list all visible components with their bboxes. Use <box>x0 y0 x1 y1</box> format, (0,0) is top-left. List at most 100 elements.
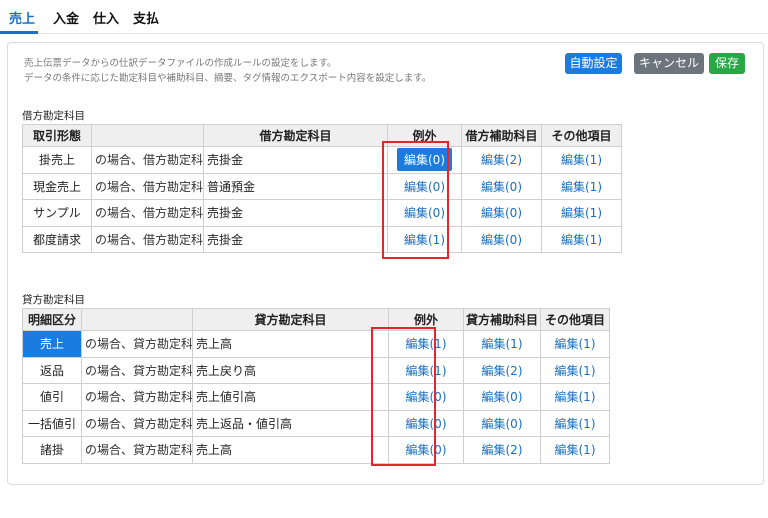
other-items-edit-link[interactable]: 編集(1) <box>555 364 596 378</box>
other-items-cell: 編集(1) <box>540 436 610 464</box>
column-header: 例外 <box>387 124 462 147</box>
other-items-cell: 編集(1) <box>541 199 622 227</box>
condition-note: の場合、借方勘定科目は <box>91 172 204 200</box>
sub-account-cell: 編集(0) <box>461 199 542 227</box>
exception-cell: 編集(1) <box>388 356 464 384</box>
condition-note: の場合、借方勘定科目は <box>91 225 204 253</box>
table-row: 掛売上 の場合、借方勘定科目は 売掛金 編集(0) 編集(2) 編集(1) <box>22 146 622 174</box>
sub-account-cell: 編集(2) <box>463 356 541 384</box>
column-header: 取引形態 <box>22 124 92 147</box>
table-row: 返品 の場合、貸方勘定科目は 売上戻り高 編集(1) 編集(2) 編集(1) <box>22 356 610 384</box>
category-cell[interactable]: 都度請求 <box>22 225 92 253</box>
exception-edit-link[interactable]: 編集(0) <box>406 443 447 457</box>
other-items-cell: 編集(1) <box>540 409 610 437</box>
other-items-edit-link[interactable]: 編集(1) <box>555 417 596 431</box>
table-row: 売上 の場合、貸方勘定科目は 売上高 編集(1) 編集(1) 編集(1) <box>22 330 610 358</box>
category-cell[interactable]: サンプル <box>22 199 92 227</box>
account-cell: 売上返品・値引高 <box>192 409 389 437</box>
other-items-cell: 編集(1) <box>540 330 610 358</box>
other-items-edit-link[interactable]: 編集(1) <box>561 206 602 220</box>
tab-sales[interactable]: 売上 <box>9 8 35 27</box>
exception-edit-link[interactable]: 編集(1) <box>406 337 447 351</box>
other-items-cell: 編集(1) <box>540 356 610 384</box>
other-items-edit-link[interactable]: 編集(1) <box>555 443 596 457</box>
account-cell: 売上戻り高 <box>192 356 389 384</box>
table-row: 諸掛 の場合、貸方勘定科目は 売上高 編集(0) 編集(2) 編集(1) <box>22 436 610 464</box>
table-row: 値引 の場合、貸方勘定科目は 売上値引高 編集(0) 編集(0) 編集(1) <box>22 383 610 411</box>
auto-setting-button[interactable]: 自動設定 <box>565 53 622 74</box>
sub-account-edit-link[interactable]: 編集(0) <box>481 233 522 247</box>
category-cell[interactable]: 一括値引 <box>22 409 82 437</box>
sub-account-cell: 編集(0) <box>463 383 541 411</box>
description-text: 売上伝票データからの仕訳データファイルの作成ルールの設定をします。 データの条件… <box>24 58 432 84</box>
sub-account-cell: 編集(0) <box>463 409 541 437</box>
other-items-edit-link[interactable]: 編集(1) <box>561 180 602 194</box>
other-items-edit-link[interactable]: 編集(1) <box>555 337 596 351</box>
debit-account-table: 取引形態 借方勘定科目 例外 借方補助科目 その他項目 掛売上 の場合、借方勘定… <box>22 124 622 253</box>
category-cell[interactable]: 諸掛 <box>22 436 82 464</box>
column-header: 明細区分 <box>22 308 82 331</box>
tab-receipts[interactable]: 入金 <box>53 8 79 27</box>
condition-note: の場合、貸方勘定科目は <box>81 409 193 437</box>
sub-account-edit-link[interactable]: 編集(2) <box>482 443 523 457</box>
exception-edit-link[interactable]: 編集(0) <box>406 417 447 431</box>
category-cell[interactable]: 返品 <box>22 356 82 384</box>
condition-note: の場合、貸方勘定科目は <box>81 436 193 464</box>
exception-cell: 編集(0) <box>388 383 464 411</box>
table-header-row: 明細区分 貸方勘定科目 例外 貸方補助科目 その他項目 <box>22 308 610 331</box>
credit-account-table: 明細区分 貸方勘定科目 例外 貸方補助科目 その他項目 売上 の場合、貸方勘定科… <box>22 308 610 464</box>
exception-cell: 編集(0) <box>387 146 462 174</box>
exception-cell: 編集(0) <box>387 172 462 200</box>
other-items-cell: 編集(1) <box>540 383 610 411</box>
credit-section-label: 貸方勘定科目 <box>22 294 85 306</box>
exception-edit-link[interactable]: 編集(0) <box>397 148 452 172</box>
sub-account-edit-link[interactable]: 編集(0) <box>482 417 523 431</box>
sub-account-edit-link[interactable]: 編集(2) <box>482 364 523 378</box>
table-row: サンプル の場合、借方勘定科目は 売掛金 編集(0) 編集(0) 編集(1) <box>22 199 622 227</box>
exception-edit-link[interactable]: 編集(1) <box>404 233 445 247</box>
exception-edit-link[interactable]: 編集(1) <box>406 364 447 378</box>
exception-cell: 編集(0) <box>388 409 464 437</box>
column-header <box>81 308 193 331</box>
sub-account-cell: 編集(2) <box>463 436 541 464</box>
sub-account-edit-link[interactable]: 編集(0) <box>482 390 523 404</box>
category-cell[interactable]: 値引 <box>22 383 82 411</box>
save-button[interactable]: 保存 <box>709 53 745 74</box>
sub-account-edit-link[interactable]: 編集(0) <box>481 180 522 194</box>
category-cell[interactable]: 掛売上 <box>22 146 92 174</box>
other-items-edit-link[interactable]: 編集(1) <box>561 233 602 247</box>
active-tab-indicator <box>0 31 38 34</box>
category-cell[interactable]: 売上 <box>22 330 82 358</box>
account-cell: 売上高 <box>192 436 389 464</box>
debit-section-label: 借方勘定科目 <box>22 110 85 122</box>
column-header: その他項目 <box>541 124 622 147</box>
other-items-edit-link[interactable]: 編集(1) <box>561 153 602 167</box>
sub-account-edit-link[interactable]: 編集(2) <box>481 153 522 167</box>
sub-account-edit-link[interactable]: 編集(0) <box>481 206 522 220</box>
other-items-cell: 編集(1) <box>541 225 622 253</box>
exception-cell: 編集(1) <box>387 225 462 253</box>
sub-account-cell: 編集(1) <box>463 330 541 358</box>
column-header: 例外 <box>388 308 464 331</box>
tab-purchases[interactable]: 仕入 <box>93 8 119 27</box>
account-cell: 売掛金 <box>203 146 388 174</box>
sub-account-cell: 編集(2) <box>461 146 542 174</box>
other-items-edit-link[interactable]: 編集(1) <box>555 390 596 404</box>
exception-cell: 編集(1) <box>388 330 464 358</box>
tab-payments[interactable]: 支払 <box>133 8 159 27</box>
exception-edit-link[interactable]: 編集(0) <box>404 180 445 194</box>
column-header <box>91 124 204 147</box>
account-cell: 売掛金 <box>203 199 388 227</box>
sub-account-cell: 編集(0) <box>461 225 542 253</box>
other-items-cell: 編集(1) <box>541 172 622 200</box>
column-header: 貸方補助科目 <box>463 308 541 331</box>
cancel-button[interactable]: キャンセル <box>634 53 704 74</box>
other-items-cell: 編集(1) <box>541 146 622 174</box>
exception-edit-link[interactable]: 編集(0) <box>404 206 445 220</box>
category-cell[interactable]: 現金売上 <box>22 172 92 200</box>
table-row: 現金売上 の場合、借方勘定科目は 普通預金 編集(0) 編集(0) 編集(1) <box>22 172 622 200</box>
exception-edit-link[interactable]: 編集(0) <box>406 390 447 404</box>
sub-account-edit-link[interactable]: 編集(1) <box>482 337 523 351</box>
account-cell: 売上値引高 <box>192 383 389 411</box>
table-row: 都度請求 の場合、借方勘定科目は 売掛金 編集(1) 編集(0) 編集(1) <box>22 225 622 253</box>
